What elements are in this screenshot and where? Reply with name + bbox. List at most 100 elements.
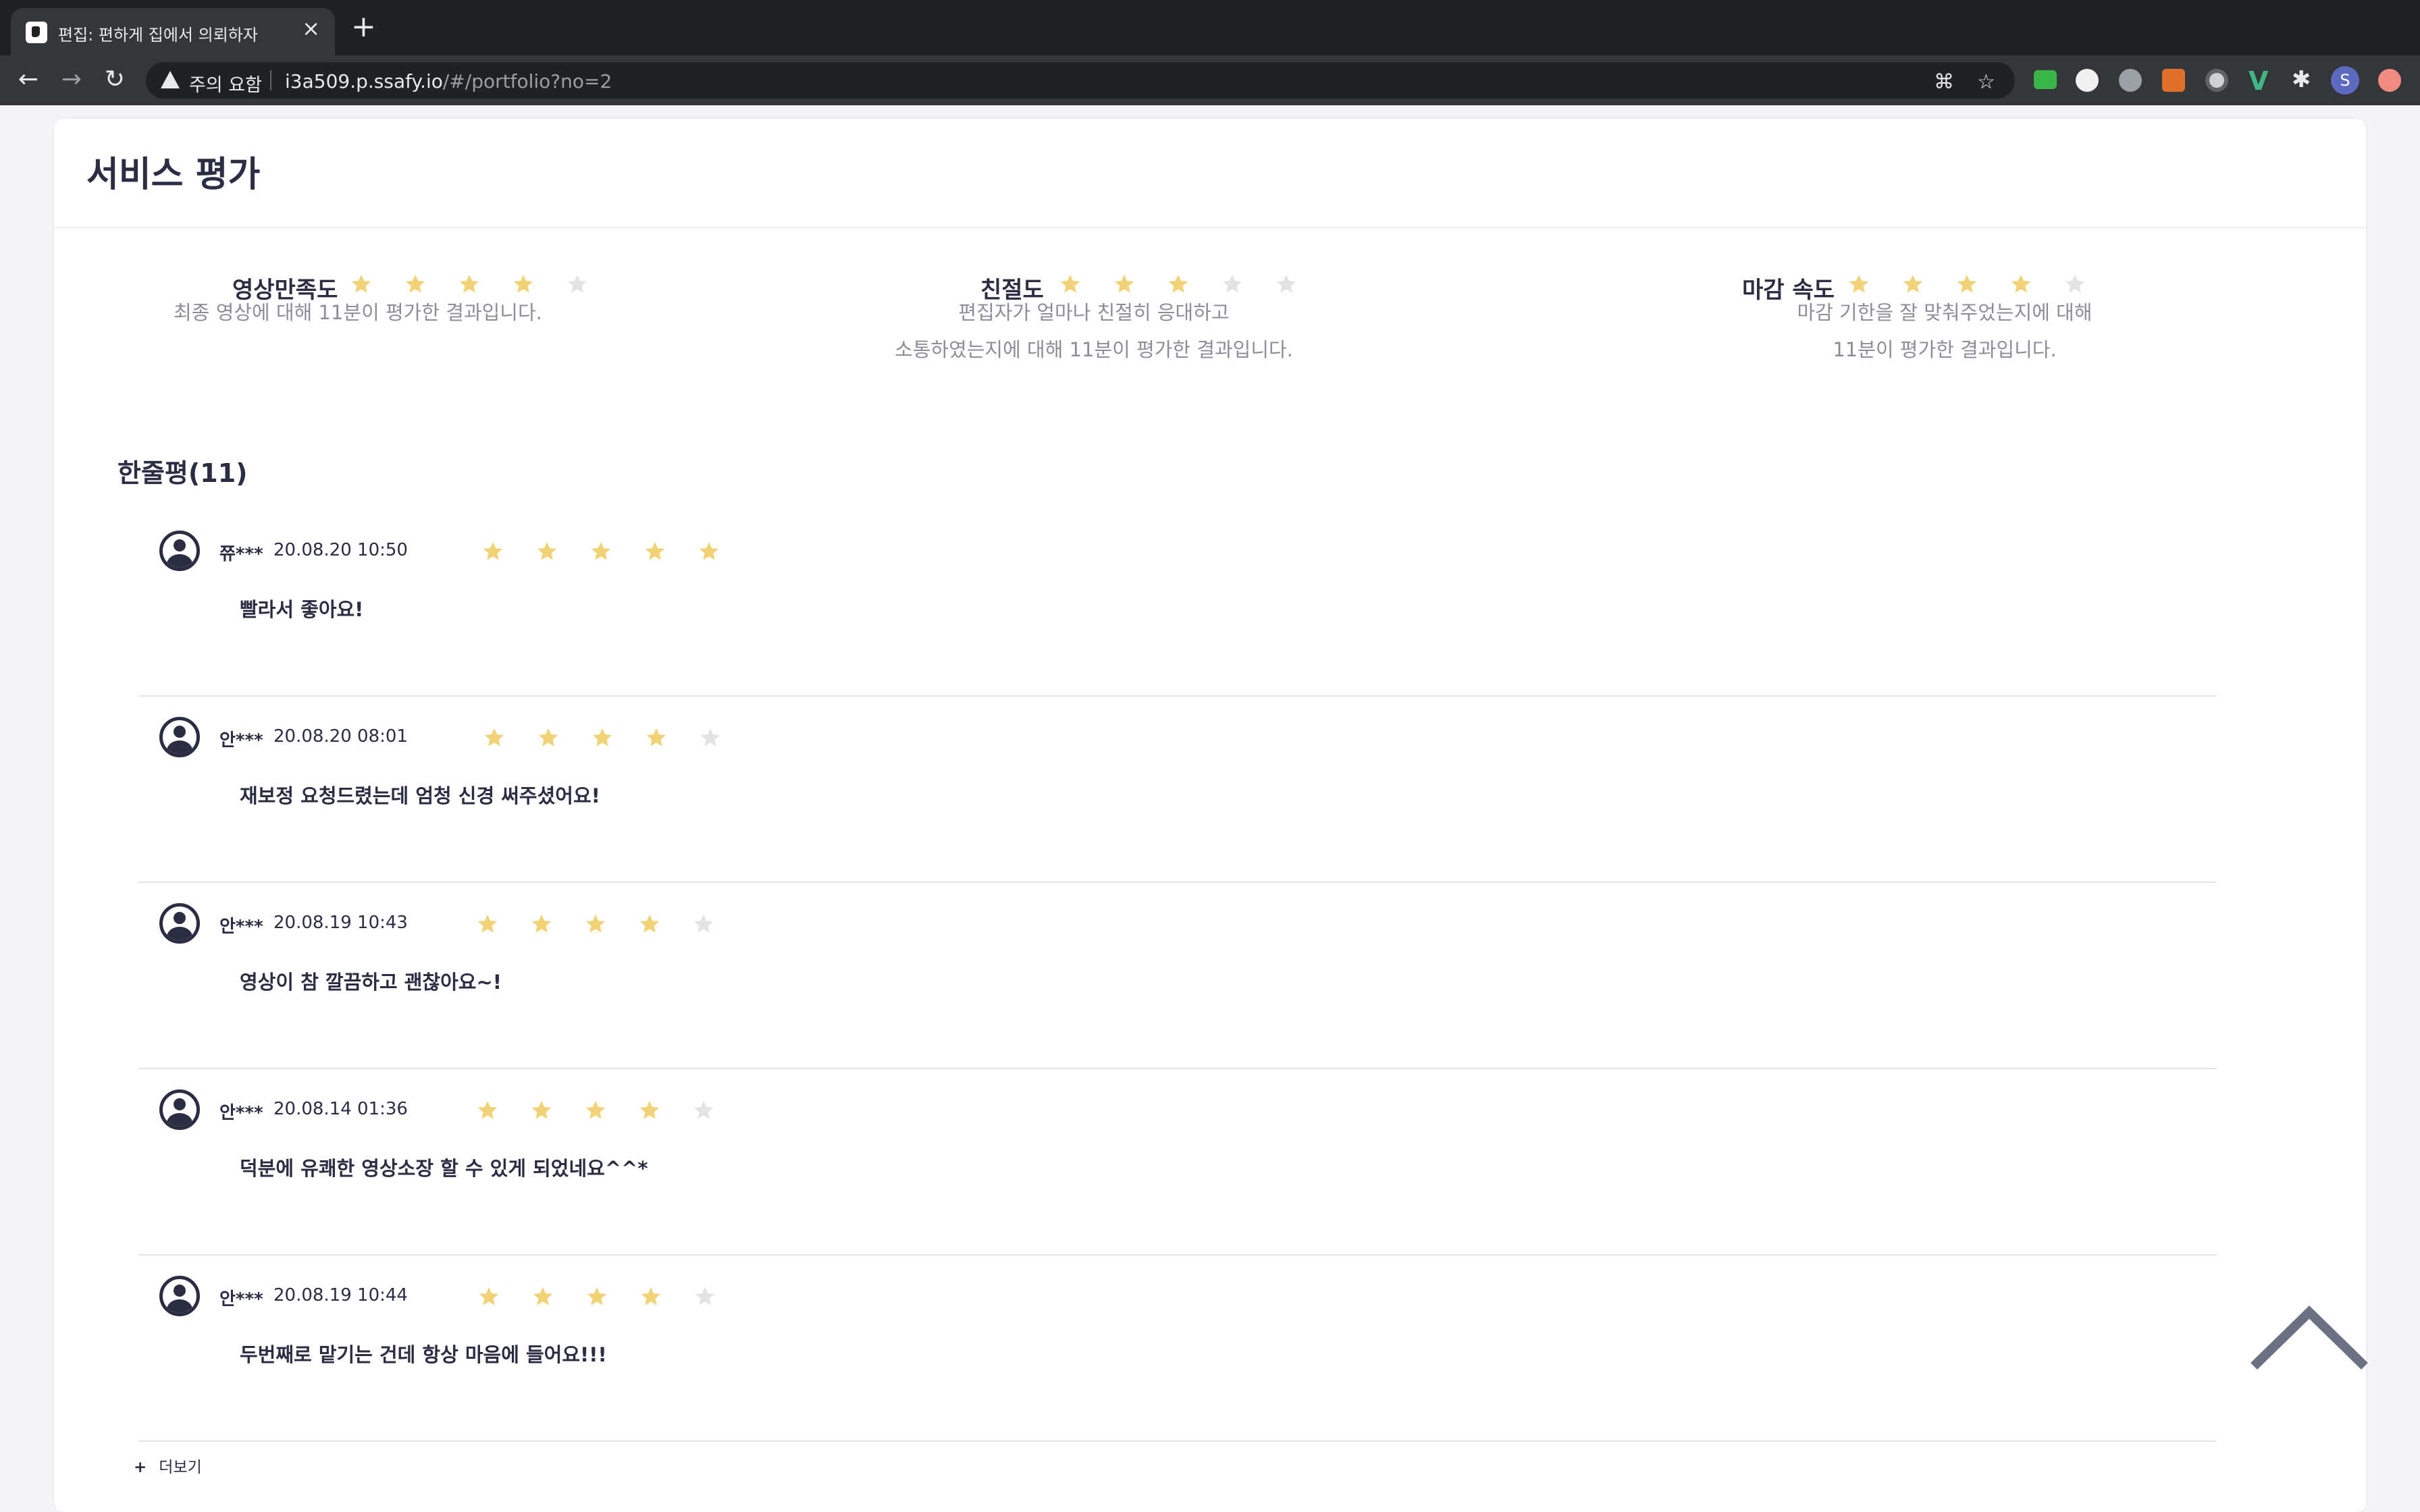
forward-arrow-icon[interactable]: → [57,65,86,94]
ex-extension-icon[interactable] [2162,69,2185,92]
star-filled-icon [481,540,504,563]
star-filled-icon [483,726,506,749]
new-tab-icon[interactable]: + [351,12,376,42]
review-stars [476,913,746,938]
star-filled-icon [638,1099,661,1122]
privacy-extension-icon[interactable] [2119,69,2142,92]
star-filled-icon [1167,273,1190,296]
star-empty-icon [1221,273,1244,296]
address-divider [270,70,271,90]
browser-tab[interactable]: 편집: 편하게 집에서 의뢰하자 × [11,8,335,55]
translate-icon[interactable]: ⌘ [1934,70,1954,94]
warning-triangle-icon[interactable] [161,71,180,88]
reload-icon[interactable]: ↻ [100,65,130,94]
record-extension-icon[interactable] [2205,69,2228,92]
star-empty-icon [692,913,715,936]
bookmark-star-icon[interactable]: ☆ [1977,70,1995,94]
user-avatar-icon [159,717,200,757]
star-filled-icon [584,913,607,936]
star-filled-icon [589,540,612,563]
star-filled-icon [535,540,558,563]
star-empty-icon [699,726,722,749]
star-filled-icon [585,1285,608,1308]
star-filled-icon [639,1285,662,1308]
review-date: 20.08.19 10:44 [273,1285,408,1305]
review-item: 안*** 20.08.20 08:01 재보정 요청드렸는데 엄청 신경 써주셨… [138,697,2217,883]
review-stars [481,540,752,566]
review-stars [476,1099,746,1125]
address-bar[interactable]: 주의 요함 i3a509.p.ssafy.io/#/portfolio?no=2… [146,62,2015,99]
section-title: 서비스 평가 [86,155,261,195]
review-stars [477,1285,747,1311]
star-filled-icon [476,913,499,936]
summary-description: 최종 영상에 대해 11분이 평가한 결과입니다. [155,294,560,331]
user-avatar-icon [159,1089,200,1130]
review-text: 영상이 참 깔끔하고 괜찮아요~! [240,971,502,994]
review-date: 20.08.20 10:50 [273,540,408,560]
star-filled-icon [2009,273,2032,296]
review-item: 안*** 20.08.19 10:44 두번째로 맡기는 건데 항상 마음에 들… [138,1256,2217,1442]
url-path: /#/portfolio?no=2 [442,70,612,92]
summary-description-line: 마감 기한을 잘 맞춰주었는지에 대해 [1797,301,2093,324]
star-filled-icon [1847,273,1870,296]
reviewer-name: 안*** [219,1103,263,1123]
star-empty-icon [1275,273,1298,296]
review-date: 20.08.14 01:36 [273,1099,408,1119]
scroll-to-top-chevron-icon[interactable] [2248,1299,2370,1373]
user-avatar-icon [159,531,200,571]
plus-icon: + [134,1459,147,1476]
puzzle-extensions-icon[interactable]: ✱ [2292,66,2311,93]
tab-close-icon[interactable]: × [302,18,320,39]
star-filled-icon [458,273,481,296]
title-divider [54,227,2366,228]
user-avatar-icon [159,1276,200,1316]
url-text[interactable]: i3a509.p.ssafy.io/#/portfolio?no=2 [285,70,612,92]
review-stars [483,726,753,752]
security-warning-label[interactable]: 주의 요함 [189,70,262,97]
reviewer-name: 안*** [219,917,263,937]
star-filled-icon [643,540,666,563]
star-filled-icon [645,726,668,749]
back-arrow-icon[interactable]: ← [14,65,43,94]
star-filled-icon [350,273,373,296]
review-divider [138,1440,2217,1442]
summary-description-line: 11분이 평가한 결과입니다. [1833,338,2057,361]
profile-avatar[interactable]: S [2331,66,2359,94]
update-indicator-icon[interactable] [2378,69,2401,92]
review-text: 덕분에 유쾌한 영상소장 할 수 있게 되었네요^^* [240,1157,648,1180]
star-filled-icon [477,1285,500,1308]
star-filled-icon [584,1099,607,1122]
star-filled-icon [404,273,427,296]
star-filled-icon [1955,273,1978,296]
summary-description-line: 편집자가 얼마나 친절히 응대하고 [958,301,1230,324]
star-empty-icon [566,273,589,296]
browser-tab-strip: 편집: 편하게 집에서 의뢰하자 × + [0,0,2420,55]
review-item: 안*** 20.08.19 10:43 영상이 참 깔끔하고 괜찮아요~! [138,883,2217,1069]
summary-description-line: 소통하였는지에 대해 11분이 평가한 결과입니다. [895,338,1293,361]
star-filled-icon [531,1285,554,1308]
star-filled-icon [1059,273,1082,296]
browser-toolbar: ← → ↻ 주의 요함 i3a509.p.ssafy.io/#/portfoli… [0,55,2420,105]
star-filled-icon [1113,273,1136,296]
review-item: 안*** 20.08.14 01:36 덕분에 유쾌한 영상소장 할 수 있게 … [138,1069,2217,1256]
service-review-card: 서비스 평가 영상만족도 최종 영상에 대해 11분이 평가한 결과입니다. 친… [54,119,2366,1512]
user-avatar-icon [159,903,200,944]
more-button[interactable]: + 더보기 [134,1454,202,1477]
star-filled-icon [537,726,560,749]
site-favicon-icon [26,22,47,43]
vue-devtools-icon[interactable]: V [2248,66,2268,96]
summary-description-line: 최종 영상에 대해 11분이 평가한 결과입니다. [174,301,542,324]
star-filled-icon [698,540,720,563]
reviewer-name: 안*** [219,1289,263,1310]
star-filled-icon [638,913,661,936]
review-date: 20.08.20 08:01 [273,726,408,747]
reviewer-name: 쮸*** [219,544,263,564]
review-date: 20.08.19 10:43 [273,913,408,933]
summary-description: 편집자가 얼마나 친절히 응대하고 소통하였는지에 대해 11분이 평가한 결과… [851,294,1337,369]
circle-extension-icon[interactable] [2076,69,2099,92]
more-label: 더보기 [159,1459,202,1476]
ac-extension-icon[interactable] [2034,70,2057,89]
tab-title: 편집: 편하게 집에서 의뢰하자 [58,26,258,45]
review-text: 두번째로 맡기는 건데 항상 마음에 들어요!!! [240,1343,607,1366]
review-text: 재보정 요청드렸는데 엄청 신경 써주셨어요! [240,784,600,807]
